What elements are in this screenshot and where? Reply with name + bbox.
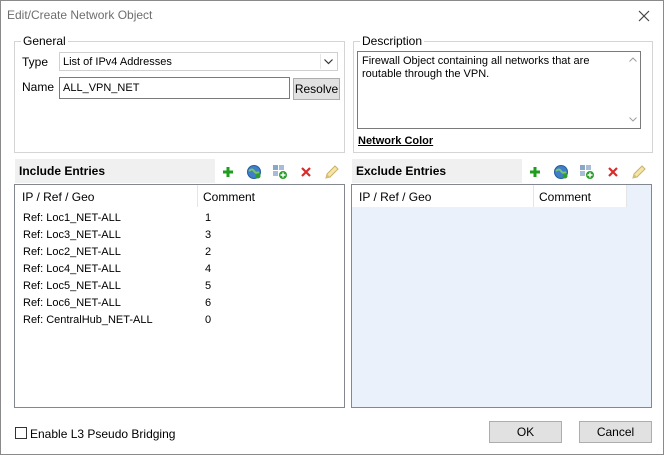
globe-icon — [247, 165, 261, 179]
row-comment: 5 — [205, 280, 212, 292]
row-comment: 3 — [205, 229, 212, 241]
close-icon — [638, 10, 650, 22]
include-edit-button[interactable] — [323, 163, 341, 181]
table-row[interactable]: Ref: Loc1_NET-ALL 1 — [23, 210, 343, 227]
network-color-link[interactable]: Network Color — [358, 135, 433, 147]
table-row[interactable]: Ref: Loc5_NET-ALL 5 — [23, 278, 343, 295]
add-object-icon — [580, 165, 594, 179]
type-select[interactable]: List of IPv4 Addresses — [59, 52, 338, 71]
globe-icon — [554, 165, 568, 179]
table-row[interactable]: Ref: Loc6_NET-ALL 6 — [23, 295, 343, 312]
pencil-icon — [632, 165, 646, 179]
close-button[interactable] — [631, 5, 657, 27]
include-delete-button[interactable] — [297, 163, 315, 181]
include-col-comment-label: Comment — [203, 190, 256, 204]
exclude-edit-button[interactable] — [630, 163, 648, 181]
exclude-delete-button[interactable] — [604, 163, 622, 181]
resolve-button[interactable]: Resolve — [293, 78, 340, 100]
row-entry: Ref: Loc2_NET-ALL — [23, 246, 121, 258]
table-row[interactable]: Ref: CentralHub_NET-ALL 0 — [23, 312, 343, 329]
type-select-value: List of IPv4 Addresses — [63, 56, 172, 68]
row-comment: 2 — [205, 246, 212, 258]
delete-x-icon — [608, 167, 618, 177]
table-row[interactable]: Ref: Loc2_NET-ALL 2 — [23, 244, 343, 261]
exclude-add-geo-button[interactable] — [552, 163, 570, 181]
type-label: Type — [22, 55, 49, 69]
exclude-entries-header: Exclude Entries — [352, 159, 522, 183]
exclude-entries-list[interactable]: IP / Ref / Geo Comment — [351, 184, 652, 408]
ok-button[interactable]: OK — [489, 421, 562, 443]
exclude-col-comment[interactable]: Comment — [534, 185, 627, 207]
include-add-geo-button[interactable] — [245, 163, 263, 181]
cancel-button[interactable]: Cancel — [579, 421, 652, 443]
table-row[interactable]: Ref: Loc3_NET-ALL 3 — [23, 227, 343, 244]
row-entry: Ref: Loc5_NET-ALL — [23, 280, 121, 292]
exclude-col-comment-label: Comment — [539, 190, 592, 204]
include-col-comment[interactable]: Comment — [198, 185, 344, 207]
general-legend: General — [23, 34, 66, 48]
bridging-checkbox[interactable] — [15, 427, 27, 439]
include-entries-header: Include Entries — [15, 159, 215, 183]
include-entries-title: Include Entries — [19, 164, 106, 178]
exclude-add-object-button[interactable] — [578, 163, 596, 181]
description-legend: Description — [362, 34, 423, 48]
row-entry: Ref: CentralHub_NET-ALL — [23, 314, 153, 326]
row-comment: 0 — [205, 314, 212, 326]
exclude-col-entry[interactable]: IP / Ref / Geo — [352, 185, 534, 207]
name-field-value: ALL_VPN_NET — [63, 82, 140, 94]
include-entries-list[interactable]: IP / Ref / Geo Comment Ref: Loc1_NET-ALL… — [14, 184, 345, 408]
table-row[interactable]: Ref: Loc4_NET-ALL 4 — [23, 261, 343, 278]
include-col-entry[interactable]: IP / Ref / Geo — [15, 185, 198, 207]
scroll-down-icon[interactable] — [629, 117, 637, 122]
name-field[interactable]: ALL_VPN_NET — [59, 77, 290, 99]
plus-icon — [223, 167, 233, 177]
exclude-col-entry-label: IP / Ref / Geo — [359, 190, 432, 204]
delete-x-icon — [301, 167, 311, 177]
description-textarea[interactable]: Firewall Object containing all networks … — [357, 51, 641, 129]
include-add-object-button[interactable] — [271, 163, 289, 181]
description-text: Firewall Object containing all networks … — [362, 55, 590, 80]
pencil-icon — [325, 165, 339, 179]
scroll-up-icon[interactable] — [629, 57, 637, 62]
description-scrollbar[interactable] — [626, 52, 640, 128]
window-title: Edit/Create Network Object — [7, 8, 153, 22]
plus-icon — [530, 167, 540, 177]
dialog-window: Edit/Create Network Object General Type … — [0, 0, 664, 455]
row-comment: 4 — [205, 263, 212, 275]
bridging-label[interactable]: Enable L3 Pseudo Bridging — [30, 427, 175, 441]
exclude-add-button[interactable] — [526, 163, 544, 181]
title-bar: Edit/Create Network Object — [1, 1, 663, 31]
include-col-entry-label: IP / Ref / Geo — [22, 190, 95, 204]
name-label: Name — [22, 80, 55, 94]
include-add-button[interactable] — [219, 163, 237, 181]
exclude-entries-title: Exclude Entries — [356, 164, 447, 178]
row-entry: Ref: Loc3_NET-ALL — [23, 229, 121, 241]
chevron-down-icon — [320, 54, 336, 69]
row-comment: 6 — [205, 297, 212, 309]
row-entry: Ref: Loc1_NET-ALL — [23, 212, 121, 224]
row-entry: Ref: Loc6_NET-ALL — [23, 297, 121, 309]
row-comment: 1 — [205, 212, 212, 224]
row-entry: Ref: Loc4_NET-ALL — [23, 263, 121, 275]
add-object-icon — [273, 165, 287, 179]
